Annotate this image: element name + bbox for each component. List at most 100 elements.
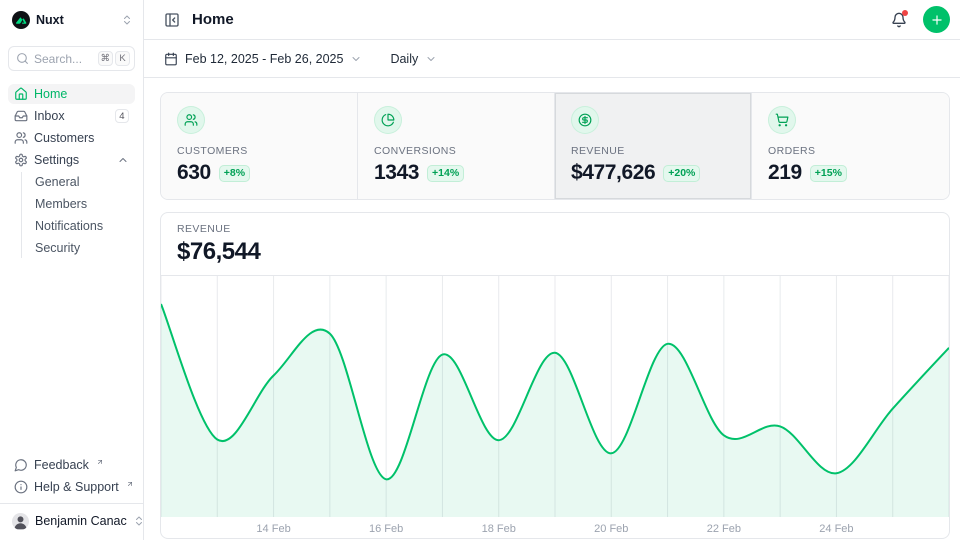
stat-value: $477,626	[571, 161, 655, 185]
subnav-item-label: Members	[35, 197, 87, 211]
sidebar-nav: Home Inbox 4 Customers Settings General …	[8, 84, 135, 455]
chart-header: REVENUE $76,544	[161, 213, 949, 275]
stat-label: CONVERSIONS	[374, 145, 538, 157]
date-range-label: Feb 12, 2025 - Feb 26, 2025	[185, 52, 343, 66]
stat-delta-badge: +20%	[663, 165, 700, 182]
date-range-picker[interactable]: Feb 12, 2025 - Feb 26, 2025	[160, 52, 366, 66]
subnav-item-label: Notifications	[35, 219, 103, 233]
stat-label: ORDERS	[768, 145, 933, 157]
search-placeholder: Search...	[34, 52, 93, 66]
dollar-circle-icon	[571, 106, 599, 134]
page-content: CUSTOMERS 630 +8% CONVERSIONS 1343 +14% …	[144, 78, 960, 540]
sidebar-item-members[interactable]: Members	[31, 194, 135, 214]
svg-text:24 Feb: 24 Feb	[819, 523, 853, 535]
pie-chart-icon	[374, 106, 402, 134]
chart-body: 14 Feb 16 Feb 18 Feb 20 Feb 22 Feb 24 Feb	[161, 275, 949, 538]
cart-icon	[768, 106, 796, 134]
sidebar-item-help-support[interactable]: Help & Support	[8, 477, 135, 497]
chart-metric-value: $76,544	[177, 238, 933, 266]
sidebar-divider	[0, 503, 143, 504]
svg-text:20 Feb: 20 Feb	[594, 523, 628, 535]
sidebar-collapse-button[interactable]	[160, 8, 184, 32]
nav-item-label: Inbox	[34, 109, 109, 123]
stat-label: CUSTOMERS	[177, 145, 341, 157]
users-icon	[14, 131, 28, 145]
sidebar-item-home[interactable]: Home	[8, 84, 135, 104]
user-menu[interactable]: Benjamin Canac	[8, 510, 135, 532]
nav-item-label: Customers	[34, 131, 129, 145]
stat-card-revenue[interactable]: REVENUE $477,626 +20%	[555, 93, 752, 199]
info-icon	[14, 480, 28, 494]
count-badge: 4	[115, 109, 129, 123]
svg-text:14 Feb: 14 Feb	[256, 523, 290, 535]
chevrons-up-down-icon	[121, 14, 133, 26]
filter-toolbar: Feb 12, 2025 - Feb 26, 2025 Daily	[144, 40, 960, 78]
nav-item-label: Home	[34, 87, 129, 101]
add-button[interactable]	[923, 6, 950, 33]
inbox-icon	[14, 109, 28, 123]
stat-card-orders[interactable]: ORDERS 219 +15%	[752, 93, 949, 199]
sidebar-item-customers[interactable]: Customers	[8, 128, 135, 148]
sidebar-subnav: General Members Notifications Security	[21, 172, 135, 258]
notifications-button[interactable]	[887, 8, 911, 32]
stat-value: 219	[768, 161, 802, 185]
sidebar-footer: Feedback Help & Support	[8, 455, 135, 497]
plus-icon	[930, 13, 944, 27]
workspace-name: Nuxt	[36, 13, 115, 27]
chevron-up-icon	[117, 154, 129, 166]
nav-item-label: Help & Support	[34, 480, 119, 494]
sidebar-item-general[interactable]: General	[31, 172, 135, 192]
svg-text:22 Feb: 22 Feb	[707, 523, 741, 535]
stat-value: 1343	[374, 161, 419, 185]
user-name: Benjamin Canac	[35, 514, 127, 528]
nav-item-label: Feedback	[34, 458, 89, 472]
main-area: Home Feb 12, 2025 - Feb 26, 2025 Daily	[144, 0, 960, 540]
search-icon	[16, 52, 29, 65]
house-icon	[14, 87, 28, 101]
revenue-chart-card: REVENUE $76,544 14 Feb 16 Feb 18 Feb 20 Feb…	[160, 212, 950, 539]
calendar-icon	[164, 52, 178, 66]
top-header: Home	[144, 0, 960, 40]
stat-delta-badge: +15%	[810, 165, 847, 182]
panel-left-icon	[164, 12, 180, 28]
notification-dot	[902, 10, 908, 16]
app-window: Nuxt Search... ⌘K Home Inbox 4 Customers…	[0, 0, 960, 540]
sidebar-item-notifications[interactable]: Notifications	[31, 216, 135, 236]
sidebar-item-settings[interactable]: Settings	[8, 150, 135, 170]
users-icon	[177, 106, 205, 134]
workspace-switcher[interactable]: Nuxt	[8, 8, 135, 32]
svg-text:18 Feb: 18 Feb	[482, 523, 516, 535]
sidebar: Nuxt Search... ⌘K Home Inbox 4 Customers…	[0, 0, 144, 540]
period-label: Daily	[390, 52, 418, 66]
sidebar-item-inbox[interactable]: Inbox 4	[8, 106, 135, 126]
nav-item-label: Settings	[34, 153, 111, 167]
search-input[interactable]: Search... ⌘K	[8, 46, 135, 71]
stat-delta-badge: +14%	[427, 165, 464, 182]
subnav-item-label: General	[35, 175, 79, 189]
stats-row: CUSTOMERS 630 +8% CONVERSIONS 1343 +14% …	[160, 92, 950, 200]
nuxt-logo	[12, 11, 30, 29]
stat-label: REVENUE	[571, 145, 735, 157]
chart-metric-label: REVENUE	[177, 223, 933, 235]
svg-text:16 Feb: 16 Feb	[369, 523, 403, 535]
gear-icon	[14, 153, 28, 167]
avatar	[12, 513, 29, 530]
stat-card-customers[interactable]: CUSTOMERS 630 +8%	[161, 93, 358, 199]
chevron-down-icon	[425, 53, 437, 65]
chevrons-up-down-icon	[133, 515, 145, 527]
arrow-up-right-icon	[96, 458, 104, 466]
stat-value: 630	[177, 161, 211, 185]
sidebar-item-security[interactable]: Security	[31, 238, 135, 258]
stat-delta-badge: +8%	[219, 165, 250, 182]
period-select[interactable]: Daily	[386, 52, 441, 66]
arrow-up-right-icon	[126, 480, 134, 488]
page-title: Home	[192, 11, 234, 28]
subnav-item-label: Security	[35, 241, 80, 255]
shortcut-key: ⌘	[98, 51, 114, 66]
message-circle-icon	[14, 458, 28, 472]
revenue-chart[interactable]: 14 Feb 16 Feb 18 Feb 20 Feb 22 Feb 24 Feb	[161, 276, 949, 538]
chevron-down-icon	[350, 53, 362, 65]
sidebar-item-feedback[interactable]: Feedback	[8, 455, 135, 475]
shortcut-key: K	[115, 51, 130, 66]
stat-card-conversions[interactable]: CONVERSIONS 1343 +14%	[358, 93, 555, 199]
